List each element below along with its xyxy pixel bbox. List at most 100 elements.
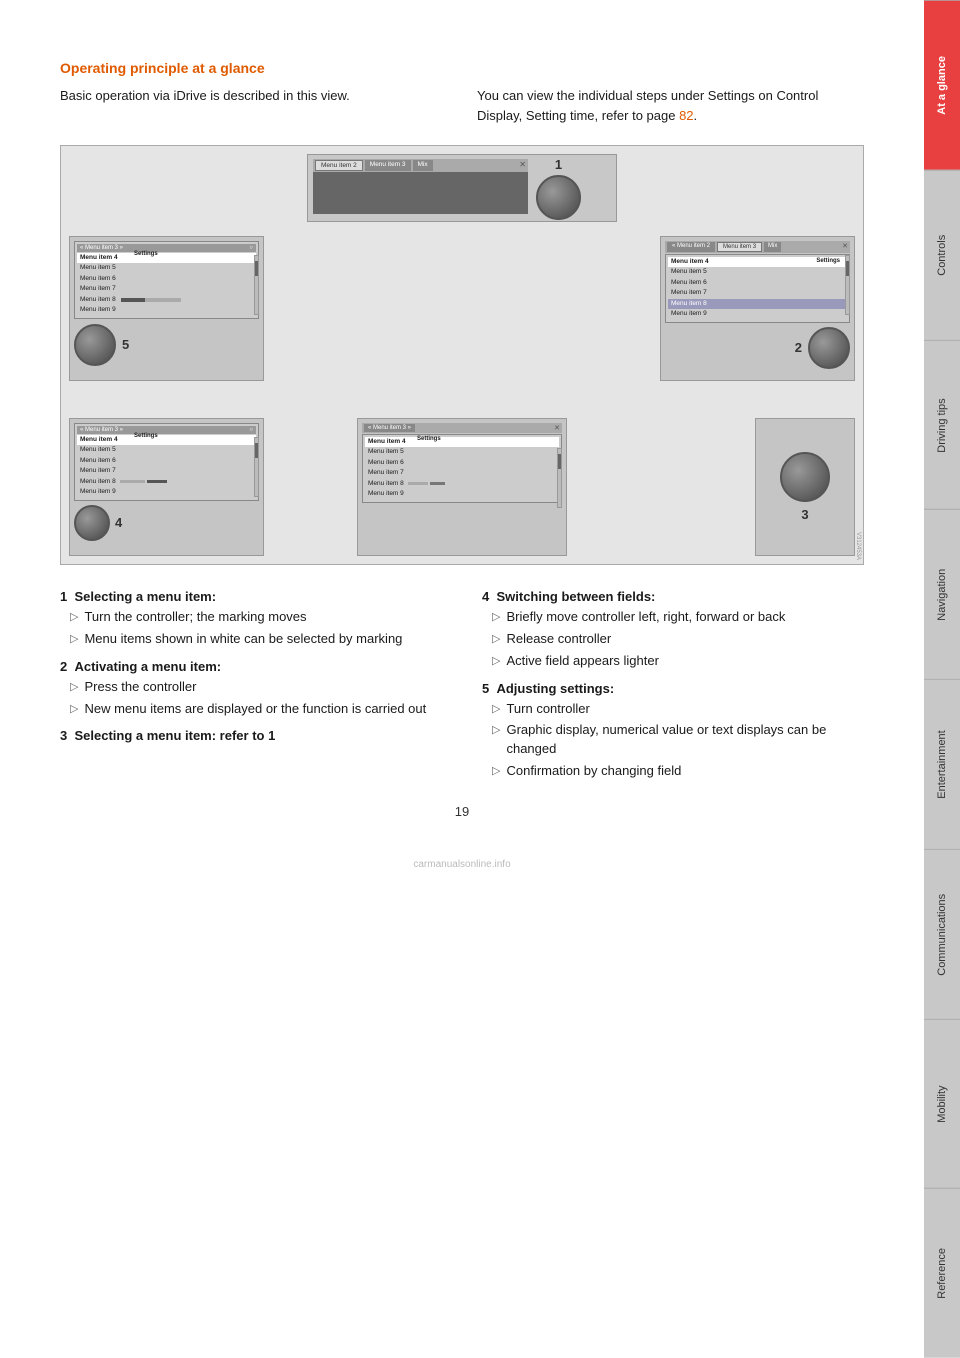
mid-left-knob-row: 5 xyxy=(74,324,259,366)
scrollbar-thumb-bl xyxy=(255,443,258,458)
intro-link-82[interactable]: 82 xyxy=(679,108,693,123)
subitem-4-1: ▷ Briefly move controller left, right, f… xyxy=(492,608,864,627)
menu-r-row-8-hi: Menu item 8 xyxy=(668,299,847,309)
tab2-close-icon: ✕ xyxy=(842,242,848,252)
menu-row-6: Menu item 6 xyxy=(77,274,256,284)
list-num-4: 4 xyxy=(482,589,489,604)
scrollbar-thumb xyxy=(255,261,258,276)
menu-mid-left: « Menu item 3 » ○ Menu item 4 Settings M… xyxy=(74,241,259,319)
list-num-5: 5 xyxy=(482,681,489,696)
top-screen-panel: Menu item 2 Menu item 3 Mix ✕ xyxy=(313,159,528,217)
menu-bc-row-5: Menu item 5 xyxy=(365,447,559,457)
intro-text-right-part2: . xyxy=(694,108,698,123)
diagram-panel-bot-left: « Menu item 3 » ○ Menu item 4 Settings M… xyxy=(69,418,264,556)
diagram-panel-mid-right: « Menu item 2 Menu item 3 Mix ✕ Menu ite… xyxy=(660,236,855,381)
menu-title-bot-left: « Menu item 3 » ○ xyxy=(77,426,256,434)
prog-bc-a xyxy=(408,482,428,485)
list-item-1-title: 1 Selecting a menu item: xyxy=(60,589,442,604)
sidebar-tab-navigation[interactable]: Navigation xyxy=(924,509,960,679)
subitem-2-1: ▷ Press the controller xyxy=(70,678,442,697)
bot-tab-menu3: « Menu item 3 » xyxy=(364,424,415,432)
menu-bot-center: Menu item 4 Settings Menu item 5 Menu it… xyxy=(362,434,562,503)
arrow-icon-2-1: ▷ xyxy=(70,680,78,696)
tab2-menu-item-3: Menu item 3 xyxy=(717,242,762,252)
numbered-lists: 1 Selecting a menu item: ▷ Turn the cont… xyxy=(60,589,864,784)
list-num-2: 2 xyxy=(60,659,67,674)
subitem-text-1-1: Turn the controller; the marking moves xyxy=(84,608,306,627)
arrow-icon-5-1: ▷ xyxy=(492,702,500,718)
bot-left-menu: « Menu item 3 » ○ Menu item 4 Settings M… xyxy=(74,423,259,501)
tab2-mix: Mix xyxy=(764,242,781,252)
sidebar-tab-mobility[interactable]: Mobility xyxy=(924,1019,960,1189)
controller-knob-3 xyxy=(780,452,830,502)
arrow-icon-5-3: ▷ xyxy=(492,764,500,780)
diagram-watermark: V312453A xyxy=(855,532,861,560)
subitem-text-5-1: Turn controller xyxy=(506,700,589,719)
subitem-text-5-3: Confirmation by changing field xyxy=(506,762,681,781)
subitem-1-2: ▷ Menu items shown in white can be selec… xyxy=(70,630,442,649)
menu-row-9: Menu item 9 xyxy=(77,305,256,315)
top-tabbar: Menu item 2 Menu item 3 Mix ✕ xyxy=(313,159,528,172)
list-item-4-title: 4 Switching between fields: xyxy=(482,589,864,604)
menu-bc-row-9: Menu item 9 xyxy=(365,489,559,499)
sidebar-tab-communications[interactable]: Communications xyxy=(924,849,960,1019)
scrollbar-mid-right xyxy=(845,255,850,315)
subitem-text-4-1: Briefly move controller left, right, for… xyxy=(506,608,785,627)
scrollbar-thumb-bc xyxy=(558,454,561,469)
menu-r-row-7: Menu item 7 xyxy=(668,288,847,298)
prog-a xyxy=(120,480,145,483)
arrow-icon-1-2: ▷ xyxy=(70,632,78,648)
mid-left-menu: « Menu item 3 » ○ Menu item 4 Settings M… xyxy=(74,241,259,319)
list-col-left: 1 Selecting a menu item: ▷ Turn the cont… xyxy=(60,589,442,784)
intro-col-left: Basic operation via iDrive is described … xyxy=(60,86,447,125)
arrow-icon-4-3: ▷ xyxy=(492,654,500,670)
subitem-text-4-3: Active field appears lighter xyxy=(506,652,658,671)
bot-center-tabbar: « Menu item 3 » ✕ xyxy=(362,423,562,433)
sidebar-tab-controls[interactable]: Controls xyxy=(924,170,960,340)
controller-knob-2 xyxy=(808,327,850,369)
diagram-num-2: 2 xyxy=(795,340,802,355)
intro-col-right: You can view the individual steps under … xyxy=(477,86,864,125)
tab-menu-item-3: Menu item 3 xyxy=(365,160,411,171)
list-title-5: Adjusting settings: xyxy=(496,681,614,696)
sidebar-tab-reference[interactable]: Reference xyxy=(924,1188,960,1358)
menu-row-5: Menu item 5 xyxy=(77,263,256,273)
tab-mix: Mix xyxy=(413,160,433,171)
subitem-5-3: ▷ Confirmation by changing field xyxy=(492,762,864,781)
sidebar-tab-entertainment[interactable]: Entertainment xyxy=(924,679,960,849)
sidebar-tab-at-a-glance[interactable]: At a glance xyxy=(924,0,960,170)
diagram-num-1: 1 xyxy=(555,157,562,172)
subitem-text-2-1: Press the controller xyxy=(84,678,196,697)
menu-bc-row-6: Menu item 6 xyxy=(365,458,559,468)
menu-bot-minimize: ○ xyxy=(249,427,253,433)
menu-bc-row-7: Menu item 7 xyxy=(365,468,559,478)
list-title-2: Activating a menu item: xyxy=(74,659,221,674)
diagram-panel-mid-left: « Menu item 3 » ○ Menu item 4 Settings M… xyxy=(69,236,264,381)
diagram-num-3: 3 xyxy=(801,507,808,522)
tab-close-icon: ✕ xyxy=(519,160,526,171)
menu-bl-row-8: Menu item 8 xyxy=(77,477,256,487)
page-number: 19 xyxy=(60,804,864,829)
menu-minimize: ○ xyxy=(249,245,253,251)
menu-mid-right: Menu item 4 Settings Menu item 5 Menu it… xyxy=(665,254,850,323)
arrow-icon-1-1: ▷ xyxy=(70,610,78,626)
list-title-3: Selecting a menu item: refer to 1 xyxy=(74,728,275,743)
subitem-5-2: ▷ Graphic display, numerical value or te… xyxy=(492,721,864,759)
mid-right-menu: « Menu item 2 Menu item 3 Mix ✕ Menu ite… xyxy=(665,241,850,323)
top-screen-content xyxy=(313,172,528,214)
list-title-1: Selecting a menu item: xyxy=(74,589,216,604)
sidebar-tab-driving-tips[interactable]: Driving tips xyxy=(924,340,960,510)
menu-bl-row-9: Menu item 9 xyxy=(77,487,256,497)
progress-bar-8 xyxy=(121,298,181,302)
list-item-3-title: 3 Selecting a menu item: refer to 1 xyxy=(60,728,442,743)
diagram-num-4: 4 xyxy=(115,515,122,530)
menu-row-8: Menu item 8 xyxy=(77,295,256,305)
bot-tab-close-icon: ✕ xyxy=(554,424,560,432)
bot-left-knob-row: 4 xyxy=(74,505,259,541)
controller-knob-3-left xyxy=(74,505,110,541)
tab-menu-item-2: Menu item 2 xyxy=(315,160,363,171)
subitem-4-2: ▷ Release controller xyxy=(492,630,864,649)
menu-r-row-4: Menu item 4 Settings xyxy=(668,257,847,267)
menu-bl-row-5: Menu item 5 xyxy=(77,445,256,455)
intro-columns: Basic operation via iDrive is described … xyxy=(60,86,864,125)
